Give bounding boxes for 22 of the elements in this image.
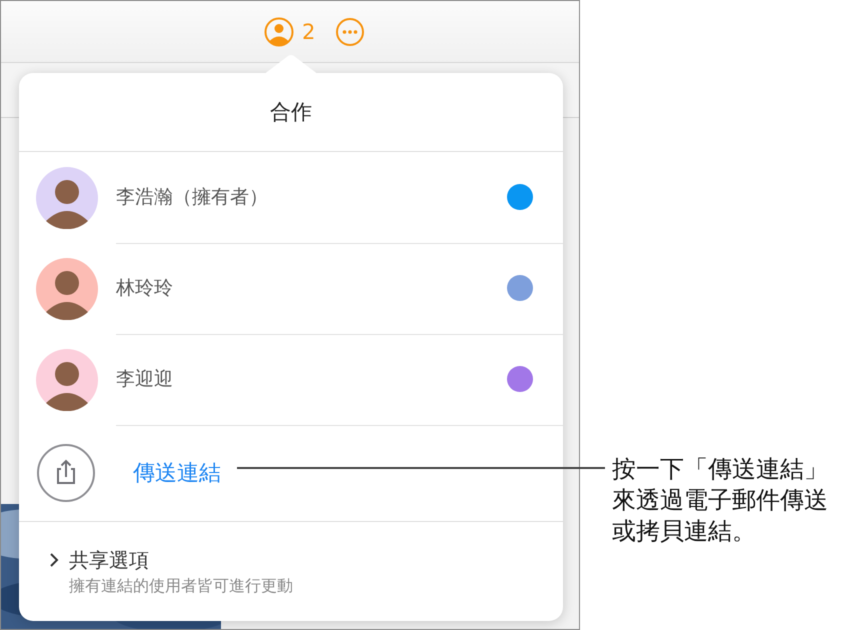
avatar-icon <box>36 166 98 228</box>
share-options-subtitle: 擁有連結的使用者皆可進行更動 <box>69 576 293 596</box>
share-icon[interactable] <box>37 444 95 502</box>
collaborator-count: 2 <box>302 20 316 44</box>
callout-text: 按一下「傳送連結」 <box>612 454 828 485</box>
chevron-icon <box>49 552 59 568</box>
avatar-icon <box>36 348 98 410</box>
share-options-title: 共享選項 <box>69 546 150 574</box>
send-link[interactable]: 傳送連結 <box>133 458 221 488</box>
share-options[interactable]: 共享選項 擁有連結的使用者皆可進行更動 <box>19 522 563 621</box>
popover-title: 合作 <box>270 99 312 126</box>
participant-row[interactable]: 李浩瀚（擁有者） <box>19 152 563 243</box>
participant-row[interactable]: 林玲玲 <box>19 243 563 334</box>
participant-name: 李迎迎 <box>116 367 173 392</box>
collaborator-icon[interactable] <box>264 16 294 46</box>
more-icon[interactable] <box>335 16 366 46</box>
participant-name: 林玲玲 <box>116 276 173 301</box>
participant-name: 李浩瀚（擁有者） <box>116 185 268 210</box>
callout-text: 或拷貝連結。 <box>612 516 757 547</box>
avatar-icon <box>36 258 98 320</box>
participant-row[interactable]: 李迎迎 <box>19 334 563 425</box>
callout-text: 來透過電子郵件傳送 <box>612 485 828 516</box>
